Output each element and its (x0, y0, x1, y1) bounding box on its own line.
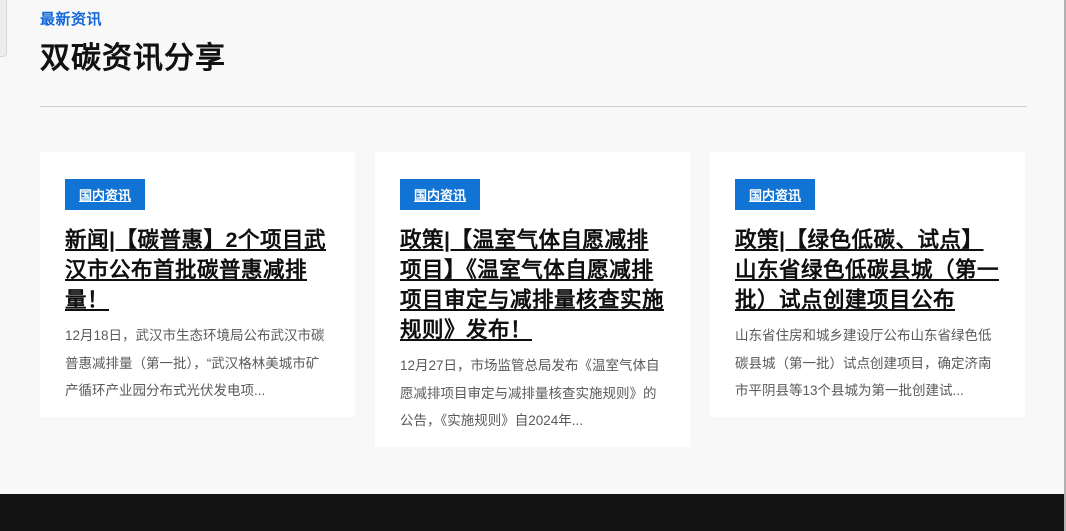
article-excerpt: 山东省住房和城乡建设厅公布山东省绿色低碳县城（第一批）试点创建项目，确定济南市平… (735, 322, 1001, 405)
news-section: 最新资讯 双碳资讯分享 国内资讯 新闻|【碳普惠】2个项目武汉市公布首批碳普惠减… (40, 0, 1027, 447)
article-title-link[interactable]: 政策|【温室气体自愿减排项目】《温室气体自愿减排项目审定与减排量核查实施规则》发… (400, 225, 666, 345)
article-title-link[interactable]: 新闻|【碳普惠】2个项目武汉市公布首批碳普惠减排量！ (65, 225, 331, 315)
page-title: 双碳资讯分享 (40, 33, 1027, 77)
category-badge[interactable]: 国内资讯 (735, 179, 815, 210)
news-card: 国内资讯 新闻|【碳普惠】2个项目武汉市公布首批碳普惠减排量！ 12月18日，武… (40, 152, 355, 417)
category-badge[interactable]: 国内资讯 (400, 179, 480, 210)
scrollbar-nub[interactable] (0, 0, 7, 57)
footer-bar (0, 494, 1066, 531)
news-card: 国内资讯 政策|【绿色低碳、试点】山东省绿色低碳县城（第一批）试点创建项目公布 … (710, 152, 1025, 417)
article-excerpt: 12月18日，武汉市生态环境局公布武汉市碳普惠减排量（第一批），“武汉格林美城市… (65, 322, 331, 405)
section-divider (40, 106, 1027, 107)
category-badge[interactable]: 国内资讯 (65, 179, 145, 210)
section-eyebrow-label: 最新资讯 (40, 8, 1027, 29)
news-card: 国内资讯 政策|【温室气体自愿减排项目】《温室气体自愿减排项目审定与减排量核查实… (375, 152, 690, 447)
article-title-link[interactable]: 政策|【绿色低碳、试点】山东省绿色低碳县城（第一批）试点创建项目公布 (735, 225, 1001, 315)
article-excerpt: 12月27日，市场监管总局发布《温室气体自愿减排项目审定与减排量核查实施规则》的… (400, 352, 666, 435)
news-cards-row: 国内资讯 新闻|【碳普惠】2个项目武汉市公布首批碳普惠减排量！ 12月18日，武… (40, 152, 1027, 447)
